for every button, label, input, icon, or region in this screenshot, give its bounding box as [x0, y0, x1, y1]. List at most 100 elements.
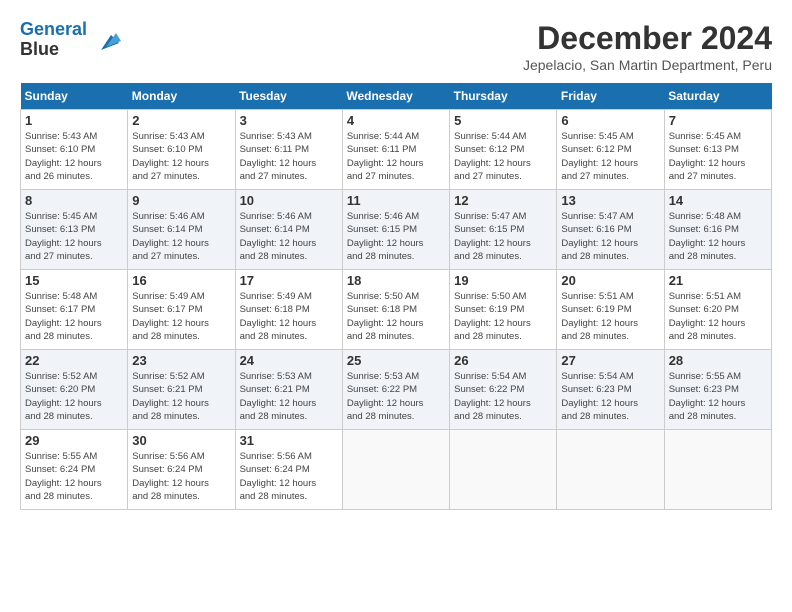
- title-block: December 2024 Jepelacio, San Martin Depa…: [523, 20, 772, 73]
- calendar-cell: 26 Sunrise: 5:54 AMSunset: 6:22 PMDayligh…: [450, 350, 557, 430]
- day-number: 3: [240, 113, 338, 128]
- day-info: Sunrise: 5:55 AMSunset: 6:23 PMDaylight:…: [669, 370, 767, 423]
- day-number: 4: [347, 113, 445, 128]
- calendar-cell: 22 Sunrise: 5:52 AMSunset: 6:20 PMDayligh…: [21, 350, 128, 430]
- day-number: 20: [561, 273, 659, 288]
- calendar-week-2: 8Sunrise: 5:45 AMSunset: 6:13 PMDaylight…: [21, 190, 772, 270]
- day-number: 13: [561, 193, 659, 208]
- day-number: 19: [454, 273, 552, 288]
- calendar-header-row: SundayMondayTuesdayWednesdayThursdayFrid…: [21, 83, 772, 110]
- day-info: Sunrise: 5:53 AMSunset: 6:22 PMDaylight:…: [347, 370, 445, 423]
- calendar-cell: 7 Sunrise: 5:45 AMSunset: 6:13 PMDaylight…: [664, 110, 771, 190]
- calendar-cell: 31 Sunrise: 5:56 AMSunset: 6:24 PMDayligh…: [235, 430, 342, 510]
- day-number: 11: [347, 193, 445, 208]
- weekday-header-friday: Friday: [557, 83, 664, 110]
- day-info: Sunrise: 5:50 AMSunset: 6:18 PMDaylight:…: [347, 290, 445, 343]
- day-number: 7: [669, 113, 767, 128]
- calendar-cell: 23Sunrise: 5:52 AMSunset: 6:21 PMDayligh…: [128, 350, 235, 430]
- location: Jepelacio, San Martin Department, Peru: [523, 57, 772, 73]
- weekday-header-monday: Monday: [128, 83, 235, 110]
- calendar-cell: [557, 430, 664, 510]
- logo: GeneralBlue: [20, 20, 121, 60]
- day-number: 29: [25, 433, 123, 448]
- day-info: Sunrise: 5:56 AMSunset: 6:24 PMDaylight:…: [132, 450, 230, 503]
- weekday-header-saturday: Saturday: [664, 83, 771, 110]
- day-info: Sunrise: 5:46 AMSunset: 6:14 PMDaylight:…: [240, 210, 338, 263]
- day-number: 14: [669, 193, 767, 208]
- calendar-cell: [450, 430, 557, 510]
- day-info: Sunrise: 5:56 AMSunset: 6:24 PMDaylight:…: [240, 450, 338, 503]
- day-info: Sunrise: 5:43 AMSunset: 6:11 PMDaylight:…: [240, 130, 338, 183]
- day-number: 17: [240, 273, 338, 288]
- day-number: 26: [454, 353, 552, 368]
- calendar-cell: 27Sunrise: 5:54 AMSunset: 6:23 PMDayligh…: [557, 350, 664, 430]
- calendar-cell: 16Sunrise: 5:49 AMSunset: 6:17 PMDayligh…: [128, 270, 235, 350]
- weekday-header-wednesday: Wednesday: [342, 83, 449, 110]
- calendar-cell: 21Sunrise: 5:51 AMSunset: 6:20 PMDayligh…: [664, 270, 771, 350]
- calendar-cell: 28 Sunrise: 5:55 AMSunset: 6:23 PMDayligh…: [664, 350, 771, 430]
- day-info: Sunrise: 5:43 AMSunset: 6:10 PMDaylight:…: [25, 130, 123, 183]
- month-title: December 2024: [523, 20, 772, 57]
- day-number: 15: [25, 273, 123, 288]
- calendar-cell: 15 Sunrise: 5:48 AMSunset: 6:17 PMDayligh…: [21, 270, 128, 350]
- calendar-body: 1 Sunrise: 5:43 AMSunset: 6:10 PMDaylight…: [21, 110, 772, 510]
- day-info: Sunrise: 5:44 AMSunset: 6:12 PMDaylight:…: [454, 130, 552, 183]
- day-info: Sunrise: 5:51 AMSunset: 6:19 PMDaylight:…: [561, 290, 659, 343]
- day-number: 10: [240, 193, 338, 208]
- day-info: Sunrise: 5:52 AMSunset: 6:20 PMDaylight:…: [25, 370, 123, 423]
- day-info: Sunrise: 5:54 AMSunset: 6:22 PMDaylight:…: [454, 370, 552, 423]
- calendar-cell: 4 Sunrise: 5:44 AMSunset: 6:11 PMDaylight…: [342, 110, 449, 190]
- day-info: Sunrise: 5:45 AMSunset: 6:13 PMDaylight:…: [25, 210, 123, 263]
- day-number: 31: [240, 433, 338, 448]
- calendar-cell: 25Sunrise: 5:53 AMSunset: 6:22 PMDayligh…: [342, 350, 449, 430]
- day-info: Sunrise: 5:43 AMSunset: 6:10 PMDaylight:…: [132, 130, 230, 183]
- calendar-cell: 14 Sunrise: 5:48 AMSunset: 6:16 PMDayligh…: [664, 190, 771, 270]
- day-info: Sunrise: 5:46 AMSunset: 6:14 PMDaylight:…: [132, 210, 230, 263]
- day-info: Sunrise: 5:48 AMSunset: 6:16 PMDaylight:…: [669, 210, 767, 263]
- calendar-week-1: 1 Sunrise: 5:43 AMSunset: 6:10 PMDaylight…: [21, 110, 772, 190]
- page-header: GeneralBlue December 2024 Jepelacio, San…: [20, 20, 772, 73]
- day-number: 1: [25, 113, 123, 128]
- calendar-cell: 8Sunrise: 5:45 AMSunset: 6:13 PMDaylight…: [21, 190, 128, 270]
- day-info: Sunrise: 5:50 AMSunset: 6:19 PMDaylight:…: [454, 290, 552, 343]
- day-number: 28: [669, 353, 767, 368]
- logo-icon: [91, 25, 121, 55]
- logo-text: GeneralBlue: [20, 20, 87, 60]
- calendar-cell: 13 Sunrise: 5:47 AMSunset: 6:16 PMDayligh…: [557, 190, 664, 270]
- day-number: 22: [25, 353, 123, 368]
- calendar-cell: 5 Sunrise: 5:44 AMSunset: 6:12 PMDaylight…: [450, 110, 557, 190]
- calendar-cell: 17Sunrise: 5:49 AMSunset: 6:18 PMDayligh…: [235, 270, 342, 350]
- day-info: Sunrise: 5:47 AMSunset: 6:16 PMDaylight:…: [561, 210, 659, 263]
- day-info: Sunrise: 5:53 AMSunset: 6:21 PMDaylight:…: [240, 370, 338, 423]
- day-info: Sunrise: 5:44 AMSunset: 6:11 PMDaylight:…: [347, 130, 445, 183]
- calendar-cell: 3 Sunrise: 5:43 AMSunset: 6:11 PMDaylight…: [235, 110, 342, 190]
- day-number: 5: [454, 113, 552, 128]
- day-info: Sunrise: 5:48 AMSunset: 6:17 PMDaylight:…: [25, 290, 123, 343]
- day-info: Sunrise: 5:45 AMSunset: 6:12 PMDaylight:…: [561, 130, 659, 183]
- calendar-week-3: 15 Sunrise: 5:48 AMSunset: 6:17 PMDayligh…: [21, 270, 772, 350]
- weekday-header-sunday: Sunday: [21, 83, 128, 110]
- day-number: 21: [669, 273, 767, 288]
- day-number: 9: [132, 193, 230, 208]
- day-info: Sunrise: 5:52 AMSunset: 6:21 PMDaylight:…: [132, 370, 230, 423]
- calendar-cell: 19 Sunrise: 5:50 AMSunset: 6:19 PMDayligh…: [450, 270, 557, 350]
- calendar-cell: [664, 430, 771, 510]
- day-info: Sunrise: 5:55 AMSunset: 6:24 PMDaylight:…: [25, 450, 123, 503]
- day-number: 16: [132, 273, 230, 288]
- day-number: 27: [561, 353, 659, 368]
- calendar-cell: 24 Sunrise: 5:53 AMSunset: 6:21 PMDayligh…: [235, 350, 342, 430]
- calendar-cell: 20 Sunrise: 5:51 AMSunset: 6:19 PMDayligh…: [557, 270, 664, 350]
- calendar-cell: 9 Sunrise: 5:46 AMSunset: 6:14 PMDaylight…: [128, 190, 235, 270]
- calendar-cell: 6Sunrise: 5:45 AMSunset: 6:12 PMDaylight…: [557, 110, 664, 190]
- day-number: 2: [132, 113, 230, 128]
- day-number: 18: [347, 273, 445, 288]
- day-info: Sunrise: 5:47 AMSunset: 6:15 PMDaylight:…: [454, 210, 552, 263]
- weekday-header-thursday: Thursday: [450, 83, 557, 110]
- day-number: 24: [240, 353, 338, 368]
- day-info: Sunrise: 5:46 AMSunset: 6:15 PMDaylight:…: [347, 210, 445, 263]
- calendar-cell: 1 Sunrise: 5:43 AMSunset: 6:10 PMDaylight…: [21, 110, 128, 190]
- day-number: 30: [132, 433, 230, 448]
- day-info: Sunrise: 5:45 AMSunset: 6:13 PMDaylight:…: [669, 130, 767, 183]
- calendar-week-4: 22 Sunrise: 5:52 AMSunset: 6:20 PMDayligh…: [21, 350, 772, 430]
- calendar-cell: 29 Sunrise: 5:55 AMSunset: 6:24 PMDayligh…: [21, 430, 128, 510]
